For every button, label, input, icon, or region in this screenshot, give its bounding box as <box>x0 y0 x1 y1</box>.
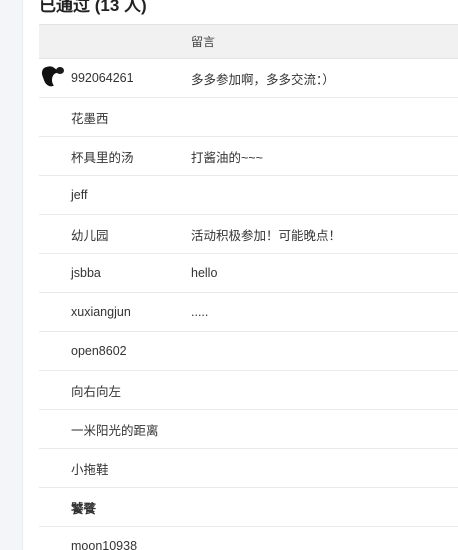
user-name-link[interactable]: moon10938 <box>71 539 191 550</box>
user-comment: 活动积极参加！可能晚点！ <box>191 228 342 243</box>
table-row: 一米阳光的距离 <box>39 410 458 449</box>
user-name-link[interactable]: 向右向左 <box>71 381 191 400</box>
table-header: 留言 <box>39 24 458 59</box>
section-title: 已通过 (13 人) <box>39 0 147 15</box>
user-name-link[interactable]: 992064261 <box>71 71 191 85</box>
avatar-cell <box>39 65 71 91</box>
user-name-link[interactable]: xuxiangjun <box>71 305 191 319</box>
user-name-link[interactable]: 花墨西 <box>71 108 191 127</box>
user-comment: ..... <box>191 305 209 319</box>
participant-list-page: 已通过 (13 人) 留言 992064261 多多参加啊，多多交流：） 花墨西 <box>0 0 458 550</box>
table-row: 杯具里的汤 打酱油的~~~ <box>39 137 458 176</box>
user-comment: 多多参加啊，多多交流：） <box>191 72 335 87</box>
user-name-link[interactable]: 小拖鞋 <box>71 459 191 478</box>
user-name-link[interactable]: 饕餮 <box>71 498 191 517</box>
table-row: 幼儿园 活动积极参加！可能晚点！ <box>39 215 458 254</box>
table-row: moon10938 <box>39 527 458 550</box>
user-name-link[interactable]: 幼儿园 <box>71 225 191 244</box>
left-rail <box>0 0 23 550</box>
user-name-link[interactable]: jsbba <box>71 266 191 280</box>
user-name-link[interactable]: 一米阳光的距离 <box>71 420 191 439</box>
user-name-link[interactable]: 杯具里的汤 <box>71 147 191 166</box>
user-name-link[interactable]: jeff <box>71 188 191 202</box>
table-row: jeff <box>39 176 458 215</box>
table-row: xuxiangjun ..... <box>39 293 458 332</box>
table-row: 向右向左 <box>39 371 458 410</box>
user-comment: 打酱油的~~~ <box>191 150 263 165</box>
table-row: 小拖鞋 <box>39 449 458 488</box>
user-comment: hello <box>191 266 218 280</box>
header-comment: 留言 <box>191 35 216 49</box>
approved-participants-panel: 已通过 (13 人) 留言 992064261 多多参加啊，多多交流：） 花墨西 <box>39 0 458 550</box>
table-row: jsbba hello <box>39 254 458 293</box>
table-row: 992064261 多多参加啊，多多交流：） <box>39 59 458 98</box>
table-row: 饕餮 <box>39 488 458 527</box>
table-row: open8602 <box>39 332 458 371</box>
avatar[interactable] <box>41 65 67 91</box>
table-row: 花墨西 <box>39 98 458 137</box>
user-name-link[interactable]: open8602 <box>71 344 191 358</box>
